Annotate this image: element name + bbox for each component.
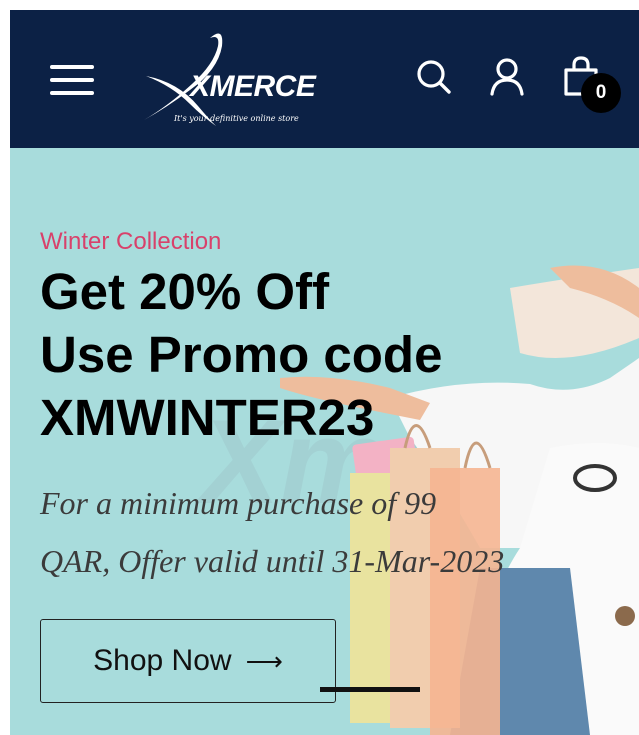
shop-now-button[interactable]: Shop Now ⟶: [40, 619, 336, 703]
brand-logo[interactable]: XMERCE It's your definitive online store: [138, 24, 338, 134]
hero-banner: Xme Winter Collection Get 20% Off Use Pr…: [10, 148, 639, 735]
shop-now-label: Shop Now: [93, 644, 232, 677]
offer-terms: For a minimum purchase of 99 QAR, Offer …: [40, 474, 600, 590]
site-header: XMERCE It's your definitive online store…: [10, 10, 639, 148]
logo-wordmark: XMERCE: [190, 70, 316, 103]
search-icon[interactable]: [411, 54, 455, 98]
headline-line: Get 20% Off: [40, 263, 330, 320]
cart-count-badge: 0: [581, 73, 621, 113]
user-icon[interactable]: [485, 54, 529, 98]
promo-code: XMWINTER23: [40, 389, 375, 446]
logo-tagline: It's your definitive online store: [174, 114, 299, 123]
collection-label: Winter Collection: [40, 228, 222, 255]
hamburger-menu-icon[interactable]: [48, 62, 96, 98]
offer-terms-line: QAR, Offer valid until 31-Mar-2023: [40, 543, 505, 579]
app-frame: XMERCE It's your definitive online store…: [10, 10, 639, 735]
hero-headline: Get 20% Off Use Promo code XMWINTER23: [40, 260, 600, 449]
arrow-right-icon: ⟶: [245, 645, 283, 676]
carousel-indicator[interactable]: [320, 687, 420, 692]
offer-terms-line: For a minimum purchase of 99: [40, 485, 437, 521]
headline-line: Use Promo code: [40, 326, 443, 383]
